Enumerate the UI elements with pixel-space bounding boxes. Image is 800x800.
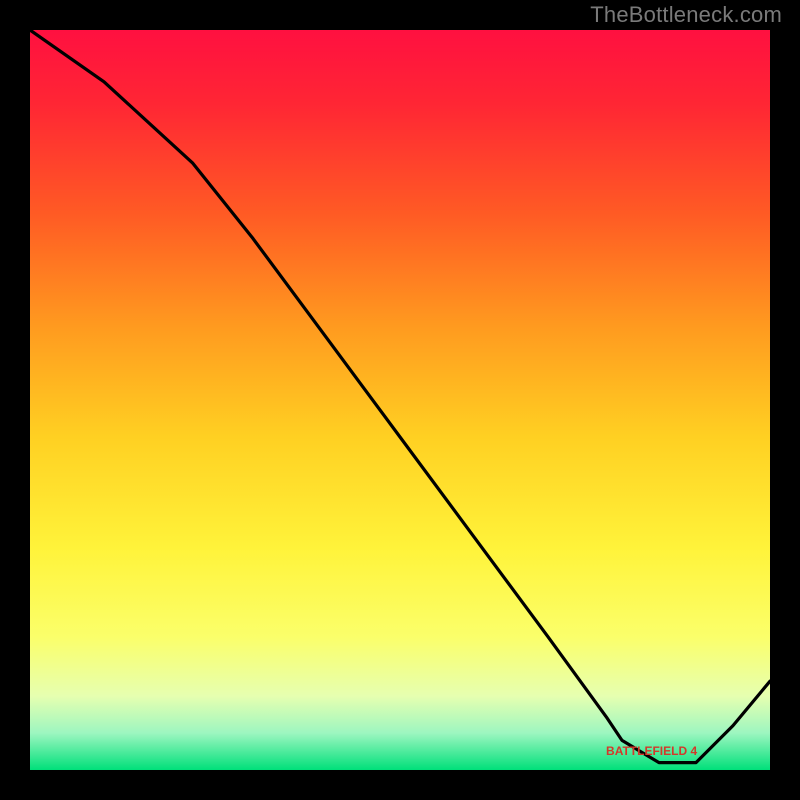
chart-root: TheBottleneck.com BATTLEFIELD 4: [0, 0, 800, 800]
gradient-background: [30, 30, 770, 770]
chart-svg: BATTLEFIELD 4: [30, 30, 770, 770]
plot-area: BATTLEFIELD 4: [30, 30, 770, 770]
attribution-label: TheBottleneck.com: [590, 2, 782, 28]
annotation-label: BATTLEFIELD 4: [606, 744, 697, 758]
